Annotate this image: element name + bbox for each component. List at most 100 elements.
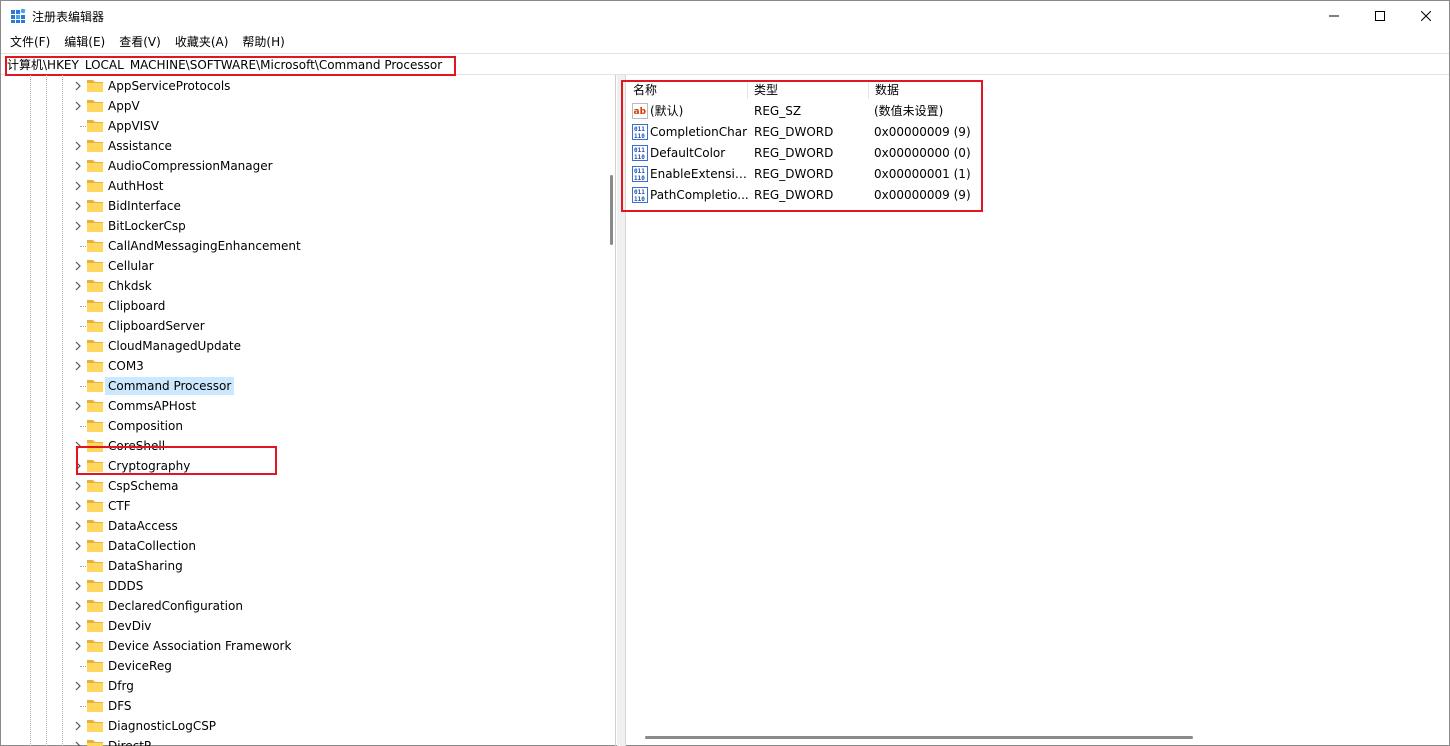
tree-item[interactable]: Assistance <box>1 136 601 156</box>
tree-item[interactable]: CoreShell <box>1 436 601 456</box>
expand-chevron-icon[interactable] <box>72 260 84 272</box>
maximize-button[interactable] <box>1357 1 1403 31</box>
tree-item[interactable]: DevDiv <box>1 616 601 636</box>
tree-item[interactable]: Cryptography <box>1 456 601 476</box>
tree-item[interactable]: AppV <box>1 96 601 116</box>
expand-chevron-icon[interactable] <box>72 500 84 512</box>
folder-icon <box>86 638 104 653</box>
expand-chevron-icon[interactable] <box>72 480 84 492</box>
key-tree-pane[interactable]: AppServiceProtocols AppV AppVISV Assistance… <box>1 75 616 746</box>
menu-file[interactable]: 文件(F) <box>3 32 57 52</box>
tree-item[interactable]: DeclaredConfiguration <box>1 596 601 616</box>
tree-item[interactable]: COM3 <box>1 356 601 376</box>
tree-item[interactable]: DirectP... <box>1 736 601 746</box>
folder-icon <box>86 598 104 613</box>
expand-chevron-icon[interactable] <box>72 640 84 652</box>
tree-item[interactable]: Clipboard <box>1 296 601 316</box>
pane-splitter[interactable] <box>617 75 626 746</box>
value-name: PathCompletio... <box>650 188 749 202</box>
menu-bar: 文件(F) 编辑(E) 查看(V) 收藏夹(A) 帮助(H) <box>1 31 1449 52</box>
menu-favorites[interactable]: 收藏夹(A) <box>168 32 236 52</box>
expand-chevron-icon[interactable] <box>72 220 84 232</box>
tree-item[interactable]: DDDS <box>1 576 601 596</box>
menu-edit[interactable]: 编辑(E) <box>57 32 112 52</box>
value-row[interactable]: 011 110 EnableExtensio... REG_DWORD 0x000000… <box>627 164 987 185</box>
tree-item-label: Cryptography <box>108 459 191 473</box>
tree-item[interactable]: AppVISV <box>1 116 601 136</box>
values-horizontal-scrollbar[interactable] <box>627 731 1449 745</box>
tree-item[interactable]: CloudManagedUpdate <box>1 336 601 356</box>
values-scrollbar-thumb[interactable] <box>645 736 1193 739</box>
expand-chevron-icon[interactable] <box>72 580 84 592</box>
tree-item[interactable]: DataAccess <box>1 516 601 536</box>
tree-item-label: Clipboard <box>108 299 166 313</box>
expand-chevron-icon[interactable] <box>72 620 84 632</box>
tree-item-label: DDDS <box>108 579 144 593</box>
tree-item[interactable]: Chkdsk <box>1 276 601 296</box>
tree-scrollbar-thumb[interactable] <box>610 175 613 245</box>
tree-item-label: CallAndMessagingEnhancement <box>108 239 301 253</box>
tree-item-label: Dfrg <box>108 679 134 693</box>
expand-chevron-icon[interactable] <box>72 140 84 152</box>
tree-item[interactable]: ClipboardServer <box>1 316 601 336</box>
address-input[interactable] <box>7 57 607 71</box>
value-row[interactable]: 011 110 PathCompletio... REG_DWORD 0x0000000… <box>627 185 987 206</box>
tree-item[interactable]: CommsAPHost <box>1 396 601 416</box>
expand-chevron-icon[interactable] <box>72 440 84 452</box>
values-pane[interactable]: 名称 类型 数据 ab (默认) REG_SZ (数值未设置) 011 110 Comple… <box>621 75 1449 746</box>
menu-help[interactable]: 帮助(H) <box>235 32 291 52</box>
minimize-button[interactable] <box>1311 1 1357 31</box>
expand-chevron-icon[interactable] <box>72 360 84 372</box>
folder-icon <box>86 418 104 433</box>
string-value-icon: ab <box>632 103 648 119</box>
column-header-name[interactable]: 名称 <box>627 81 747 99</box>
tree-item[interactable]: AppServiceProtocols <box>1 76 601 96</box>
tree-vertical-scrollbar[interactable] <box>605 75 617 746</box>
value-name: (默认) <box>650 104 684 118</box>
menu-view[interactable]: 查看(V) <box>112 32 168 52</box>
tree-item[interactable]: Composition <box>1 416 601 436</box>
expand-chevron-icon[interactable] <box>72 280 84 292</box>
tree-item[interactable]: AuthHost <box>1 176 601 196</box>
expand-chevron-icon[interactable] <box>72 160 84 172</box>
tree-item[interactable]: CTF <box>1 496 601 516</box>
tree-item[interactable]: CallAndMessagingEnhancement <box>1 236 601 256</box>
close-button[interactable] <box>1403 1 1449 31</box>
tree-item-label: Composition <box>108 419 183 433</box>
tree-item[interactable]: DataCollection <box>1 536 601 556</box>
tree-item-label: DiagnosticLogCSP <box>108 719 217 733</box>
tree-item[interactable]: BitLockerCsp <box>1 216 601 236</box>
expand-chevron-icon[interactable] <box>72 400 84 412</box>
expand-chevron-icon[interactable] <box>72 740 84 746</box>
value-data: 0x00000009 (9) <box>874 125 971 139</box>
tree-item[interactable]: DataSharing <box>1 556 601 576</box>
column-header-type[interactable]: 类型 <box>748 81 868 99</box>
tree-item[interactable]: DeviceReg <box>1 656 601 676</box>
folder-icon <box>86 258 104 273</box>
value-row[interactable]: ab (默认) REG_SZ (数值未设置) <box>627 101 987 122</box>
expand-chevron-icon[interactable] <box>72 200 84 212</box>
folder-icon <box>86 78 104 93</box>
tree-item[interactable]: Cellular <box>1 256 601 276</box>
tree-item[interactable]: BidInterface <box>1 196 601 216</box>
expand-chevron-icon[interactable] <box>72 340 84 352</box>
tree-item[interactable]: Dfrg <box>1 676 601 696</box>
expand-chevron-icon[interactable] <box>72 100 84 112</box>
tree-item[interactable]: AudioCompressionManager <box>1 156 601 176</box>
expand-chevron-icon[interactable] <box>72 600 84 612</box>
tree-item[interactable]: CspSchema <box>1 476 601 496</box>
value-row[interactable]: 011 110 DefaultColor REG_DWORD 0x00000000 (0… <box>627 143 987 164</box>
column-header-data[interactable]: 数据 <box>869 81 989 99</box>
tree-item[interactable]: Command Processor <box>1 376 601 396</box>
expand-chevron-icon[interactable] <box>72 460 84 472</box>
expand-chevron-icon[interactable] <box>72 720 84 732</box>
tree-item[interactable]: Device Association Framework <box>1 636 601 656</box>
tree-item[interactable]: DFS <box>1 696 601 716</box>
expand-chevron-icon[interactable] <box>72 680 84 692</box>
expand-chevron-icon[interactable] <box>72 180 84 192</box>
expand-chevron-icon[interactable] <box>72 540 84 552</box>
expand-chevron-icon[interactable] <box>72 520 84 532</box>
expand-chevron-icon[interactable] <box>72 80 84 92</box>
value-row[interactable]: 011 110 CompletionChar REG_DWORD 0x00000009 … <box>627 122 987 143</box>
tree-item[interactable]: DiagnosticLogCSP <box>1 716 601 736</box>
